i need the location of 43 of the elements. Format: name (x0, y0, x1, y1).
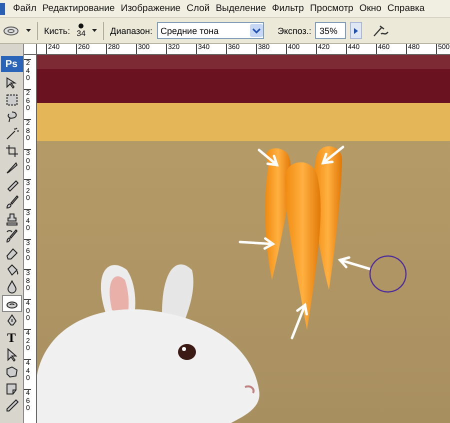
caret-icon[interactable] (92, 29, 98, 32)
arrow-right-icon (354, 28, 358, 34)
range-label: Диапазон: (110, 26, 153, 36)
app-logo: Ps (0, 56, 22, 72)
dodge-tool-button[interactable] (2, 295, 22, 312)
menu-item[interactable]: Фильтр (269, 3, 307, 14)
exposure-label: Экспоз.: (278, 26, 312, 36)
app-icon[interactable] (0, 2, 5, 14)
arrow (258, 148, 279, 166)
arrow (321, 146, 344, 164)
move-tool-icon (4, 74, 20, 90)
brush-label: Кисть: (44, 26, 70, 36)
menu-item[interactable]: Выделение (212, 3, 270, 14)
menu-item[interactable]: Файл (10, 3, 40, 14)
menu-item[interactable]: Изображение (118, 3, 184, 14)
menu-item[interactable]: Окно (356, 3, 384, 14)
stamp-tool-icon (4, 210, 20, 226)
menu-item[interactable]: Просмотр (306, 3, 356, 14)
brush-tool-icon (4, 194, 20, 210)
note-tool-icon (4, 380, 20, 396)
caret-icon (26, 29, 31, 32)
history-brush-tool-icon (4, 228, 20, 244)
arrow (238, 237, 276, 250)
airbrush-icon[interactable] (372, 24, 390, 38)
range-dropdown[interactable]: Средние тона (156, 22, 264, 39)
arrow (290, 302, 308, 340)
ruler-origin-corner[interactable] (24, 44, 37, 55)
eyedropper-tool-icon (4, 398, 20, 414)
text-tool-button[interactable]: T (2, 329, 22, 346)
arrow (338, 256, 372, 270)
slice-tool-icon (4, 160, 20, 176)
exposure-field[interactable]: 35% (315, 22, 346, 39)
brush-cursor-icon (369, 255, 407, 293)
shape-tool-icon (4, 364, 20, 380)
marquee-tool-icon (4, 92, 20, 108)
menu-item[interactable]: Редактирование (39, 3, 118, 14)
tool-preset-button[interactable] (3, 24, 31, 36)
menu-item[interactable]: Слой (184, 3, 213, 14)
menu-item[interactable]: Справка (384, 3, 428, 14)
exposure-slider-button[interactable] (350, 22, 362, 39)
brush-tip-icon (78, 23, 84, 29)
crop-tool-icon (4, 142, 20, 158)
brush-picker[interactable]: 34 (74, 23, 88, 38)
